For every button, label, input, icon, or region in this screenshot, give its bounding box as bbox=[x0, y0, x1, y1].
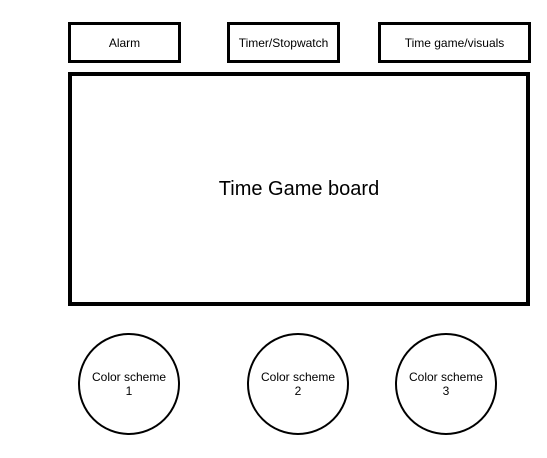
color-scheme-number: 2 bbox=[294, 384, 302, 398]
color-scheme-label: Color scheme bbox=[260, 370, 336, 384]
color-scheme-1-button[interactable]: Color scheme 1 bbox=[78, 333, 180, 435]
color-scheme-number: 3 bbox=[442, 384, 450, 398]
color-scheme-2-button[interactable]: Color scheme 2 bbox=[247, 333, 349, 435]
tab-alarm-label: Alarm bbox=[108, 35, 141, 50]
color-scheme-3-button[interactable]: Color scheme 3 bbox=[395, 333, 497, 435]
tab-alarm[interactable]: Alarm bbox=[68, 22, 181, 63]
tab-time-game-visuals[interactable]: Time game/visuals bbox=[378, 22, 531, 63]
tab-timer-stopwatch[interactable]: Timer/Stopwatch bbox=[227, 22, 340, 63]
tab-timer-stopwatch-label: Timer/Stopwatch bbox=[238, 35, 329, 50]
time-game-board[interactable]: Time Game board bbox=[68, 72, 530, 306]
color-scheme-label: Color scheme bbox=[91, 370, 167, 384]
board-title: Time Game board bbox=[218, 177, 380, 200]
color-scheme-number: 1 bbox=[125, 384, 133, 398]
tab-time-game-visuals-label: Time game/visuals bbox=[404, 35, 505, 50]
color-scheme-label: Color scheme bbox=[408, 370, 484, 384]
